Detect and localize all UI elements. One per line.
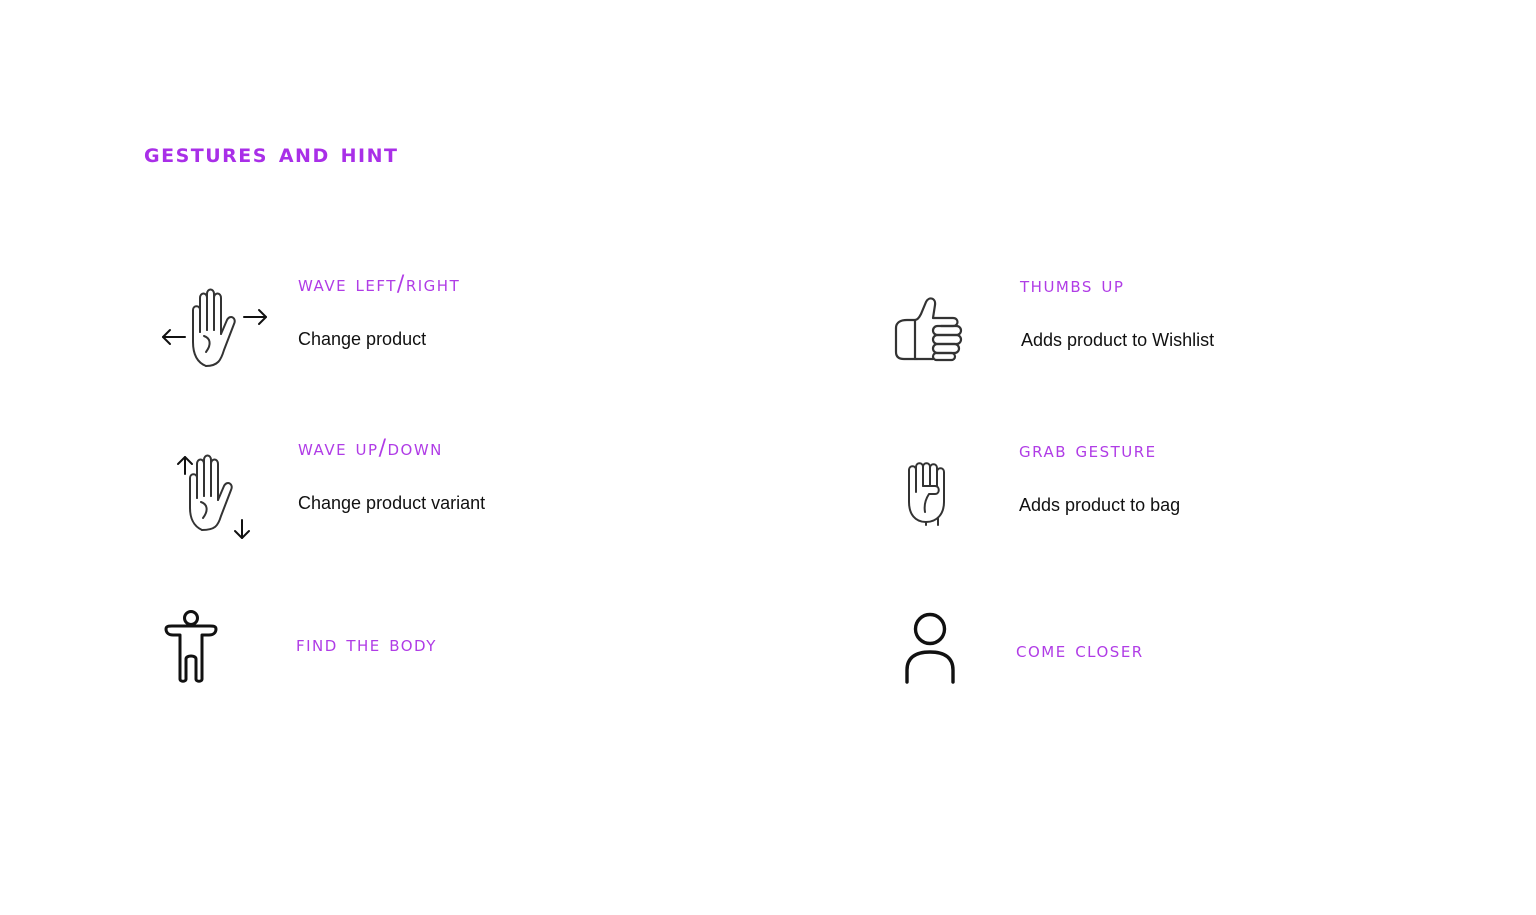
user-person-icon [903,612,957,686]
gesture-title: Find the body [296,632,437,657]
gesture-description: Change product variant [298,493,486,513]
gesture-description: Adds product to bag [1019,495,1181,515]
gesture-title: Come closer [1016,638,1144,663]
grab-fist-icon [905,462,951,526]
gesture-title: Thumbs up [1020,273,1125,298]
gesture-title: Grab gesture [1019,438,1157,463]
hand-wave-left-right-icon [160,288,270,372]
thumbs-up-icon [893,296,965,362]
body-figure-icon [163,609,219,683]
gesture-title: Wave left/right [298,272,461,297]
gesture-description: Change product [298,329,427,349]
page-title: Gestures and hint [144,138,399,169]
gesture-description: Adds product to Wishlist [1021,330,1215,350]
hand-wave-up-down-icon [174,452,256,542]
gesture-title: Wave up/down [298,436,443,461]
